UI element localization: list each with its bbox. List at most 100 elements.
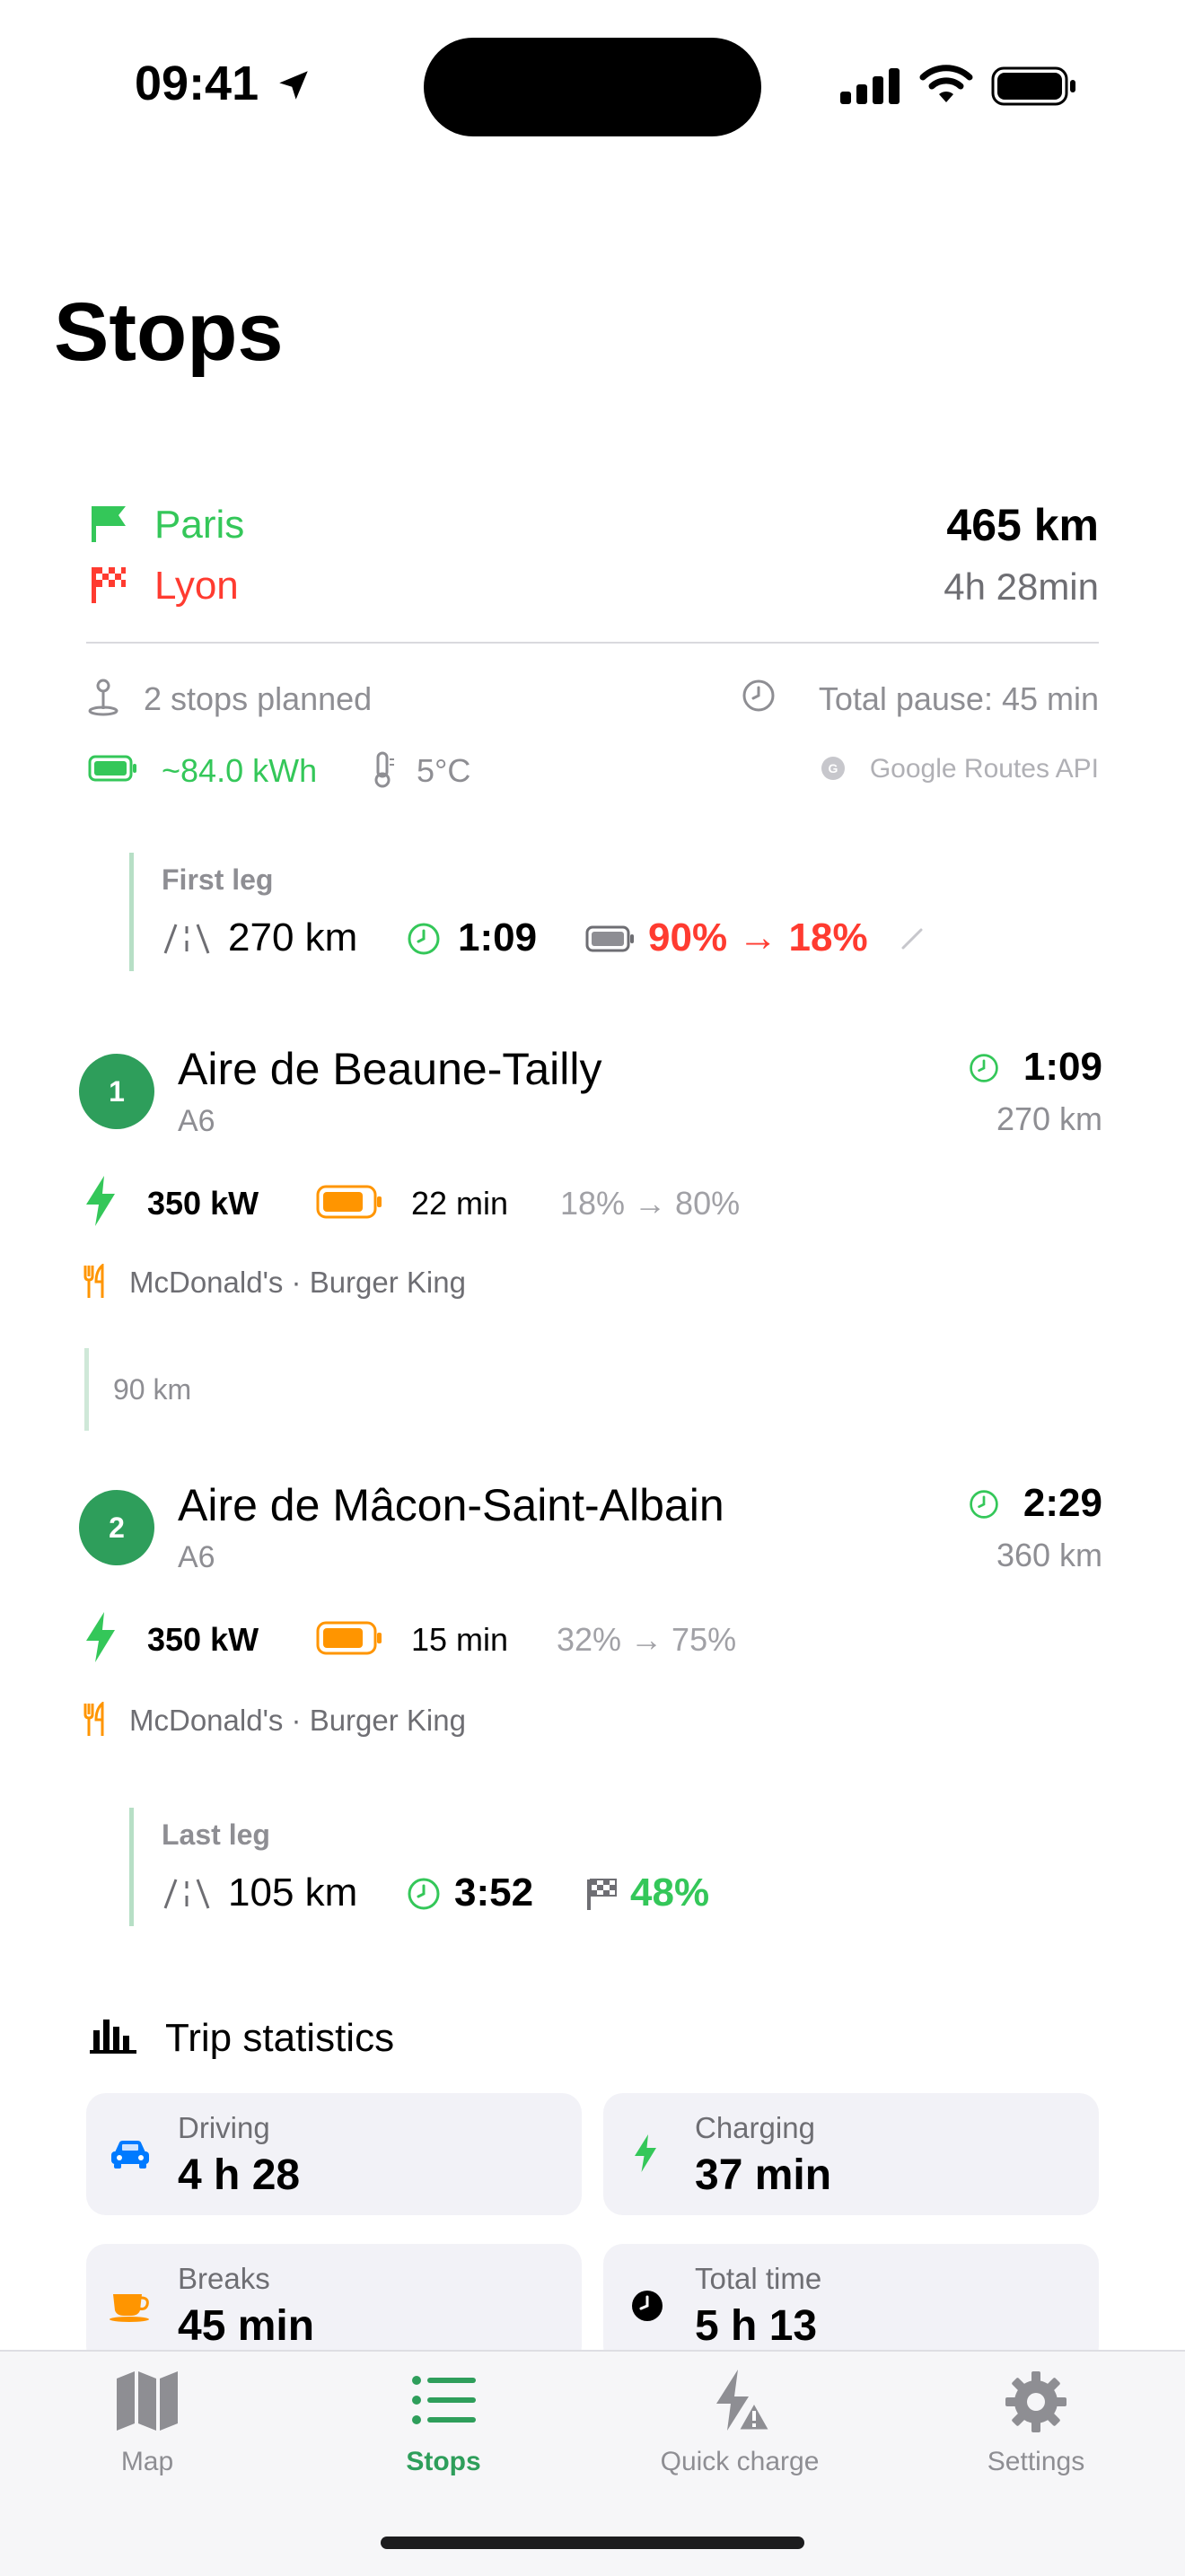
google-logo-icon: G <box>821 756 846 781</box>
page-title: Stops <box>54 286 284 378</box>
status-time: 09:41 <box>135 57 259 110</box>
flag-start-icon <box>88 503 129 544</box>
segment-distance: 90 km <box>113 1373 192 1406</box>
stat-card-charging: Charging 37 min <box>603 2093 1099 2215</box>
tab-map[interactable]: Map <box>31 2352 264 2513</box>
road-icon <box>162 921 212 957</box>
stat-value: 37 min <box>695 2151 832 2199</box>
clock-green-icon <box>406 1876 442 1912</box>
bolt-icon <box>632 2133 659 2174</box>
first-leg-distance: 270 km <box>228 916 358 959</box>
location-arrow-icon <box>275 66 312 104</box>
stat-card-breaks: Breaks 45 min <box>86 2244 582 2366</box>
stat-label: Driving <box>178 2111 270 2144</box>
tab-label: Stops <box>406 2447 481 2476</box>
dynamic-island <box>424 38 761 136</box>
stop-power: 350 kW <box>147 1185 259 1222</box>
clock-icon <box>742 679 776 713</box>
route-temperature: 5°C <box>417 752 471 789</box>
stat-value: 5 h 13 <box>695 2302 818 2350</box>
stop-power: 350 kW <box>147 1621 259 1658</box>
bolt-icon <box>83 1174 118 1228</box>
last-leg-arrival-soc: 48% <box>630 1871 710 1914</box>
waypoint-pin-icon <box>86 679 120 716</box>
wifi-icon <box>919 63 973 104</box>
checkered-flag-icon <box>584 1876 619 1912</box>
route-duration: 4h 28min <box>944 565 1099 608</box>
car-icon <box>110 2138 151 2170</box>
stop-charge-time: 15 min <box>411 1621 509 1658</box>
stop-name: Aire de Mâcon-Saint-Albain <box>178 1480 724 1530</box>
flag-finish-icon <box>88 564 129 605</box>
coffee-cup-icon <box>108 2287 153 2323</box>
stat-label: Total time <box>695 2262 822 2295</box>
stop-road: A6 <box>178 1540 215 1574</box>
bolt-warning-icon <box>707 2368 772 2432</box>
gear-icon <box>1004 2370 1068 2434</box>
stop-number-badge: 1 <box>79 1054 154 1129</box>
stop-food: McDonald's · Burger King <box>129 1704 466 1737</box>
stop-soc: 18% → 80% <box>560 1185 741 1222</box>
segment-indicator-bar <box>84 1348 89 1431</box>
tab-quick-charge[interactable]: Quick charge <box>623 2352 856 2513</box>
stop-food: McDonald's · Burger King <box>129 1266 466 1299</box>
route-energy: ~84.0 kWh <box>162 752 318 789</box>
battery-icon <box>991 66 1077 106</box>
total-pause: Total pause: 45 min <box>818 680 1099 717</box>
home-indicator[interactable] <box>381 2537 804 2549</box>
stat-card-total-time: Total time 5 h 13 <box>603 2244 1099 2366</box>
clock-filled-icon <box>630 2289 664 2323</box>
battery-charging-icon <box>316 1621 384 1655</box>
stop-charge-time: 22 min <box>411 1185 509 1222</box>
cellular-signal-icon <box>840 66 901 104</box>
stop-arrival-time: 1:09 <box>1023 1045 1102 1089</box>
tab-stops[interactable]: Stops <box>327 2352 560 2513</box>
tab-settings[interactable]: Settings <box>919 2352 1153 2513</box>
stop-card-1[interactable]: 1 <box>79 1054 154 1129</box>
battery-gray-icon <box>585 924 636 953</box>
stat-label: Breaks <box>178 2262 270 2295</box>
first-leg-battery: 90% → 18% <box>648 916 868 959</box>
stat-card-driving: Driving 4 h 28 <box>86 2093 582 2215</box>
leg-indicator-bar <box>129 1808 134 1926</box>
thermometer-icon <box>370 750 397 788</box>
stat-value: 4 h 28 <box>178 2151 301 2199</box>
fork-knife-icon <box>83 1702 108 1738</box>
stop-distance: 360 km <box>996 1537 1102 1573</box>
stops-planned: 2 stops planned <box>144 680 373 717</box>
trip-stats-title: Trip statistics <box>165 2016 395 2060</box>
edit-pencil-icon[interactable] <box>900 926 925 951</box>
list-icon <box>411 2373 476 2427</box>
battery-full-icon <box>88 754 138 783</box>
tab-label: Quick charge <box>660 2447 820 2476</box>
stop-arrival-time: 2:29 <box>1023 1481 1102 1525</box>
stop-road: A6 <box>178 1104 215 1138</box>
tab-label: Map <box>120 2447 174 2476</box>
last-leg-distance: 105 km <box>228 1871 358 1914</box>
stop-distance: 270 km <box>996 1100 1102 1137</box>
clock-green-icon <box>968 1052 1000 1084</box>
fork-knife-icon <box>83 1264 108 1300</box>
stat-value: 45 min <box>178 2302 315 2350</box>
route-destination: Lyon <box>154 564 239 608</box>
svg-text:G: G <box>829 761 838 775</box>
stop-card-2[interactable]: 2 <box>79 1490 154 1565</box>
clock-green-icon <box>968 1488 1000 1520</box>
last-leg-label: Last leg <box>162 1818 270 1851</box>
leg-indicator-bar <box>129 853 134 971</box>
route-distance: 465 km <box>946 500 1099 550</box>
clock-green-icon <box>406 921 442 957</box>
route-origin: Paris <box>154 503 245 547</box>
map-icon <box>115 2370 180 2432</box>
bolt-icon <box>83 1610 118 1664</box>
divider <box>86 642 1099 644</box>
stop-soc: 32% → 75% <box>557 1621 737 1658</box>
stop-name: Aire de Beaune-Tailly <box>178 1044 602 1094</box>
first-leg-time: 1:09 <box>458 916 538 959</box>
last-leg-time: 3:52 <box>454 1871 534 1914</box>
chart-bars-icon <box>90 2016 136 2055</box>
tab-label: Settings <box>987 2447 1085 2476</box>
road-icon <box>162 1876 212 1912</box>
route-source: Google Routes API <box>869 754 1099 784</box>
stop-number-badge: 2 <box>79 1490 154 1565</box>
